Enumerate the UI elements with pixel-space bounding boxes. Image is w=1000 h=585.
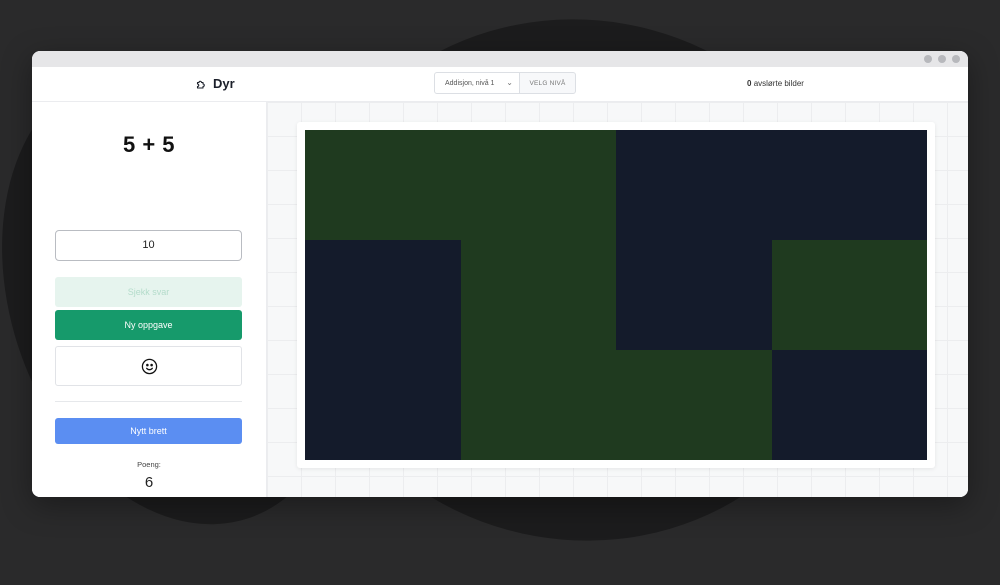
puzzle-tile-r2c2[interactable] [460, 240, 616, 350]
fox-image-fragment [460, 350, 616, 460]
window-dot-minimize[interactable] [924, 55, 932, 63]
puzzle-tile-r3c1[interactable] [305, 350, 461, 460]
level-select-value: Addisjon, nivå 1 [445, 79, 495, 87]
smiley-face-icon [141, 358, 158, 375]
revealed-label: avslørte bilder [753, 79, 804, 88]
puzzle-tile-r3c2[interactable] [460, 350, 616, 460]
app-title: Dyr [213, 76, 235, 91]
fox-image-fragment [771, 240, 927, 350]
check-answer-button[interactable]: Sjekk svar [55, 277, 242, 307]
window-dot-maximize[interactable] [938, 55, 946, 63]
puzzle-tile-r1c4[interactable] [771, 130, 927, 240]
puzzle-grid [305, 130, 927, 460]
app-window: Dyr Addisjon, nivå 1 ⌄ VELG NIVÅ 0 avslø… [32, 51, 968, 497]
puzzle-tile-r2c4[interactable] [771, 240, 927, 350]
puzzle-tile-r3c3[interactable] [616, 350, 772, 460]
puzzle-tile-r1c3[interactable] [616, 130, 772, 240]
revealed-count: 0 [747, 79, 752, 88]
top-navbar: Dyr Addisjon, nivå 1 ⌄ VELG NIVÅ 0 avslø… [32, 67, 968, 102]
puzzle-tile-r3c4[interactable] [771, 350, 927, 460]
new-board-button[interactable]: Nytt brett [55, 418, 242, 444]
revealed-images-counter: 0 avslørte bilder [747, 79, 804, 88]
puzzle-piece-icon [196, 80, 205, 89]
puzzle-card [297, 122, 935, 468]
puzzle-tile-r1c1[interactable] [305, 130, 461, 240]
math-problem: 5 + 5 [122, 132, 176, 157]
new-task-button[interactable]: Ny oppgave [55, 310, 242, 340]
level-select[interactable]: Addisjon, nivå 1 ⌄ [434, 72, 520, 94]
puzzle-tile-r2c1[interactable] [305, 240, 461, 350]
feedback-box [55, 346, 242, 386]
puzzle-tile-r1c2[interactable] [460, 130, 616, 240]
fox-image-fragment [305, 130, 461, 240]
puzzle-tile-r2c3[interactable] [616, 240, 772, 350]
window-titlebar [32, 51, 968, 67]
fox-image-fragment [616, 350, 772, 460]
sidebar-divider [55, 401, 242, 402]
score-value: 6 [144, 474, 154, 491]
puzzle-board-area [267, 102, 968, 497]
chevron-down-icon: ⌄ [506, 78, 513, 87]
task-sidebar: 5 + 5 10 Sjekk svar Ny oppgave Nytt bret… [32, 102, 267, 497]
fox-image-fragment [460, 240, 616, 350]
window-dot-close[interactable] [952, 55, 960, 63]
window-controls [924, 55, 960, 63]
answer-input[interactable]: 10 [55, 230, 242, 261]
score-label: Poeng: [137, 460, 161, 469]
app-brand[interactable]: Dyr [195, 76, 235, 91]
fox-image-fragment [460, 130, 616, 240]
choose-level-button[interactable]: VELG NIVÅ [519, 72, 576, 94]
